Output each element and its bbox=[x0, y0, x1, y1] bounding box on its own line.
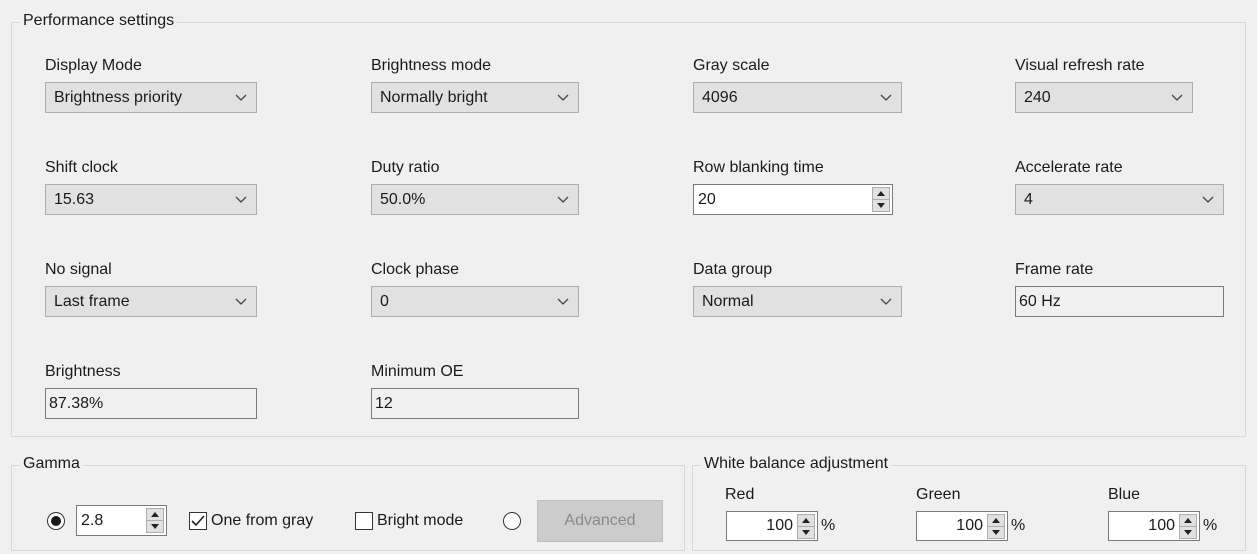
row-blanking-time-label: Row blanking time bbox=[693, 159, 824, 176]
green-spinbox[interactable]: 100 bbox=[916, 511, 1008, 541]
no-signal-label: No signal bbox=[45, 261, 112, 278]
gamma-value-radio[interactable] bbox=[47, 512, 65, 530]
chevron-down-icon bbox=[871, 287, 901, 316]
display-mode-value: Brightness priority bbox=[54, 88, 183, 106]
minimum-oe-label: Minimum OE bbox=[371, 363, 464, 380]
duty-ratio-label: Duty ratio bbox=[371, 159, 440, 176]
brightness-mode-label: Brightness mode bbox=[371, 57, 492, 74]
bright-mode-checkbox[interactable] bbox=[355, 512, 373, 530]
performance-settings-title: Performance settings bbox=[20, 11, 178, 31]
green-label: Green bbox=[916, 486, 961, 503]
chevron-down-icon bbox=[1162, 83, 1192, 112]
accelerate-rate-dropdown[interactable]: 4 bbox=[1015, 184, 1224, 215]
visual-refresh-rate-value: 240 bbox=[1024, 88, 1051, 106]
chevron-down-icon bbox=[226, 287, 256, 316]
blue-unit: % bbox=[1203, 517, 1218, 534]
clock-phase-dropdown[interactable]: 0 bbox=[371, 286, 579, 317]
visual-refresh-rate-label: Visual refresh rate bbox=[1015, 57, 1145, 74]
red-label: Red bbox=[725, 486, 755, 503]
data-group-label: Data group bbox=[693, 261, 773, 278]
spin-arrows-icon[interactable] bbox=[987, 513, 1005, 539]
chevron-down-icon bbox=[1193, 185, 1223, 214]
blue-label: Blue bbox=[1108, 486, 1141, 503]
no-signal-value: Last frame bbox=[54, 292, 130, 310]
brightness-label: Brightness bbox=[45, 363, 121, 380]
brightness-mode-dropdown[interactable]: Normally bright bbox=[371, 82, 579, 113]
advanced-radio[interactable] bbox=[503, 512, 521, 530]
gamma-spinbox[interactable]: 2.8 bbox=[76, 505, 167, 536]
display-mode-label: Display Mode bbox=[45, 57, 142, 74]
bright-mode-label[interactable]: Bright mode bbox=[377, 511, 463, 531]
shift-clock-value: 15.63 bbox=[54, 190, 95, 208]
brightness-mode-value: Normally bright bbox=[380, 88, 488, 106]
accelerate-rate-value: 4 bbox=[1024, 190, 1033, 208]
spin-arrows-icon[interactable] bbox=[872, 187, 890, 212]
frame-rate-value: 60 Hz bbox=[1019, 292, 1061, 310]
no-signal-dropdown[interactable]: Last frame bbox=[45, 286, 257, 317]
red-spinbox[interactable]: 100 bbox=[726, 511, 818, 541]
chevron-down-icon bbox=[871, 83, 901, 112]
white-balance-title: White balance adjustment bbox=[701, 454, 892, 474]
chevron-down-icon bbox=[548, 83, 578, 112]
red-unit: % bbox=[821, 517, 836, 534]
chevron-down-icon bbox=[226, 185, 256, 214]
minimum-oe-readonly: 12 bbox=[371, 388, 579, 419]
gray-scale-label: Gray scale bbox=[693, 57, 770, 74]
frame-rate-label: Frame rate bbox=[1015, 261, 1094, 278]
one-from-gray-label[interactable]: One from gray bbox=[211, 511, 313, 531]
spin-arrows-icon[interactable] bbox=[797, 513, 815, 539]
accelerate-rate-label: Accelerate rate bbox=[1015, 159, 1123, 176]
one-from-gray-checkbox[interactable] bbox=[189, 512, 207, 530]
spin-arrows-icon[interactable] bbox=[1179, 513, 1197, 539]
shift-clock-label: Shift clock bbox=[45, 159, 118, 176]
row-blanking-time-spinbox[interactable]: 20 bbox=[693, 184, 893, 215]
blue-spinbox[interactable]: 100 bbox=[1108, 511, 1200, 541]
green-unit: % bbox=[1011, 517, 1026, 534]
display-mode-dropdown[interactable]: Brightness priority bbox=[45, 82, 257, 113]
green-value: 100 bbox=[956, 517, 983, 534]
clock-phase-label: Clock phase bbox=[371, 261, 460, 278]
radio-selected-dot bbox=[51, 516, 61, 526]
data-group-dropdown[interactable]: Normal bbox=[693, 286, 902, 317]
chevron-down-icon bbox=[226, 83, 256, 112]
data-group-value: Normal bbox=[702, 292, 754, 310]
brightness-value: 87.38% bbox=[49, 394, 104, 412]
gray-scale-value: 4096 bbox=[702, 88, 738, 106]
frame-rate-readonly: 60 Hz bbox=[1015, 286, 1224, 317]
blue-value: 100 bbox=[1148, 517, 1175, 534]
duty-ratio-value: 50.0% bbox=[380, 190, 426, 208]
checkmark-icon bbox=[191, 515, 205, 527]
shift-clock-dropdown[interactable]: 15.63 bbox=[45, 184, 257, 215]
chevron-down-icon bbox=[548, 287, 578, 316]
visual-refresh-rate-dropdown[interactable]: 240 bbox=[1015, 82, 1193, 113]
brightness-readonly: 87.38% bbox=[45, 388, 257, 419]
clock-phase-value: 0 bbox=[380, 292, 389, 310]
red-value: 100 bbox=[766, 517, 793, 534]
duty-ratio-dropdown[interactable]: 50.0% bbox=[371, 184, 579, 215]
spin-arrows-icon[interactable] bbox=[146, 508, 164, 533]
gamma-value: 2.8 bbox=[81, 511, 104, 529]
row-blanking-time-value: 20 bbox=[698, 190, 716, 208]
minimum-oe-value: 12 bbox=[375, 394, 393, 412]
chevron-down-icon bbox=[548, 185, 578, 214]
gamma-title: Gamma bbox=[20, 454, 83, 474]
gray-scale-dropdown[interactable]: 4096 bbox=[693, 82, 902, 113]
advanced-button[interactable]: Advanced bbox=[537, 500, 663, 542]
